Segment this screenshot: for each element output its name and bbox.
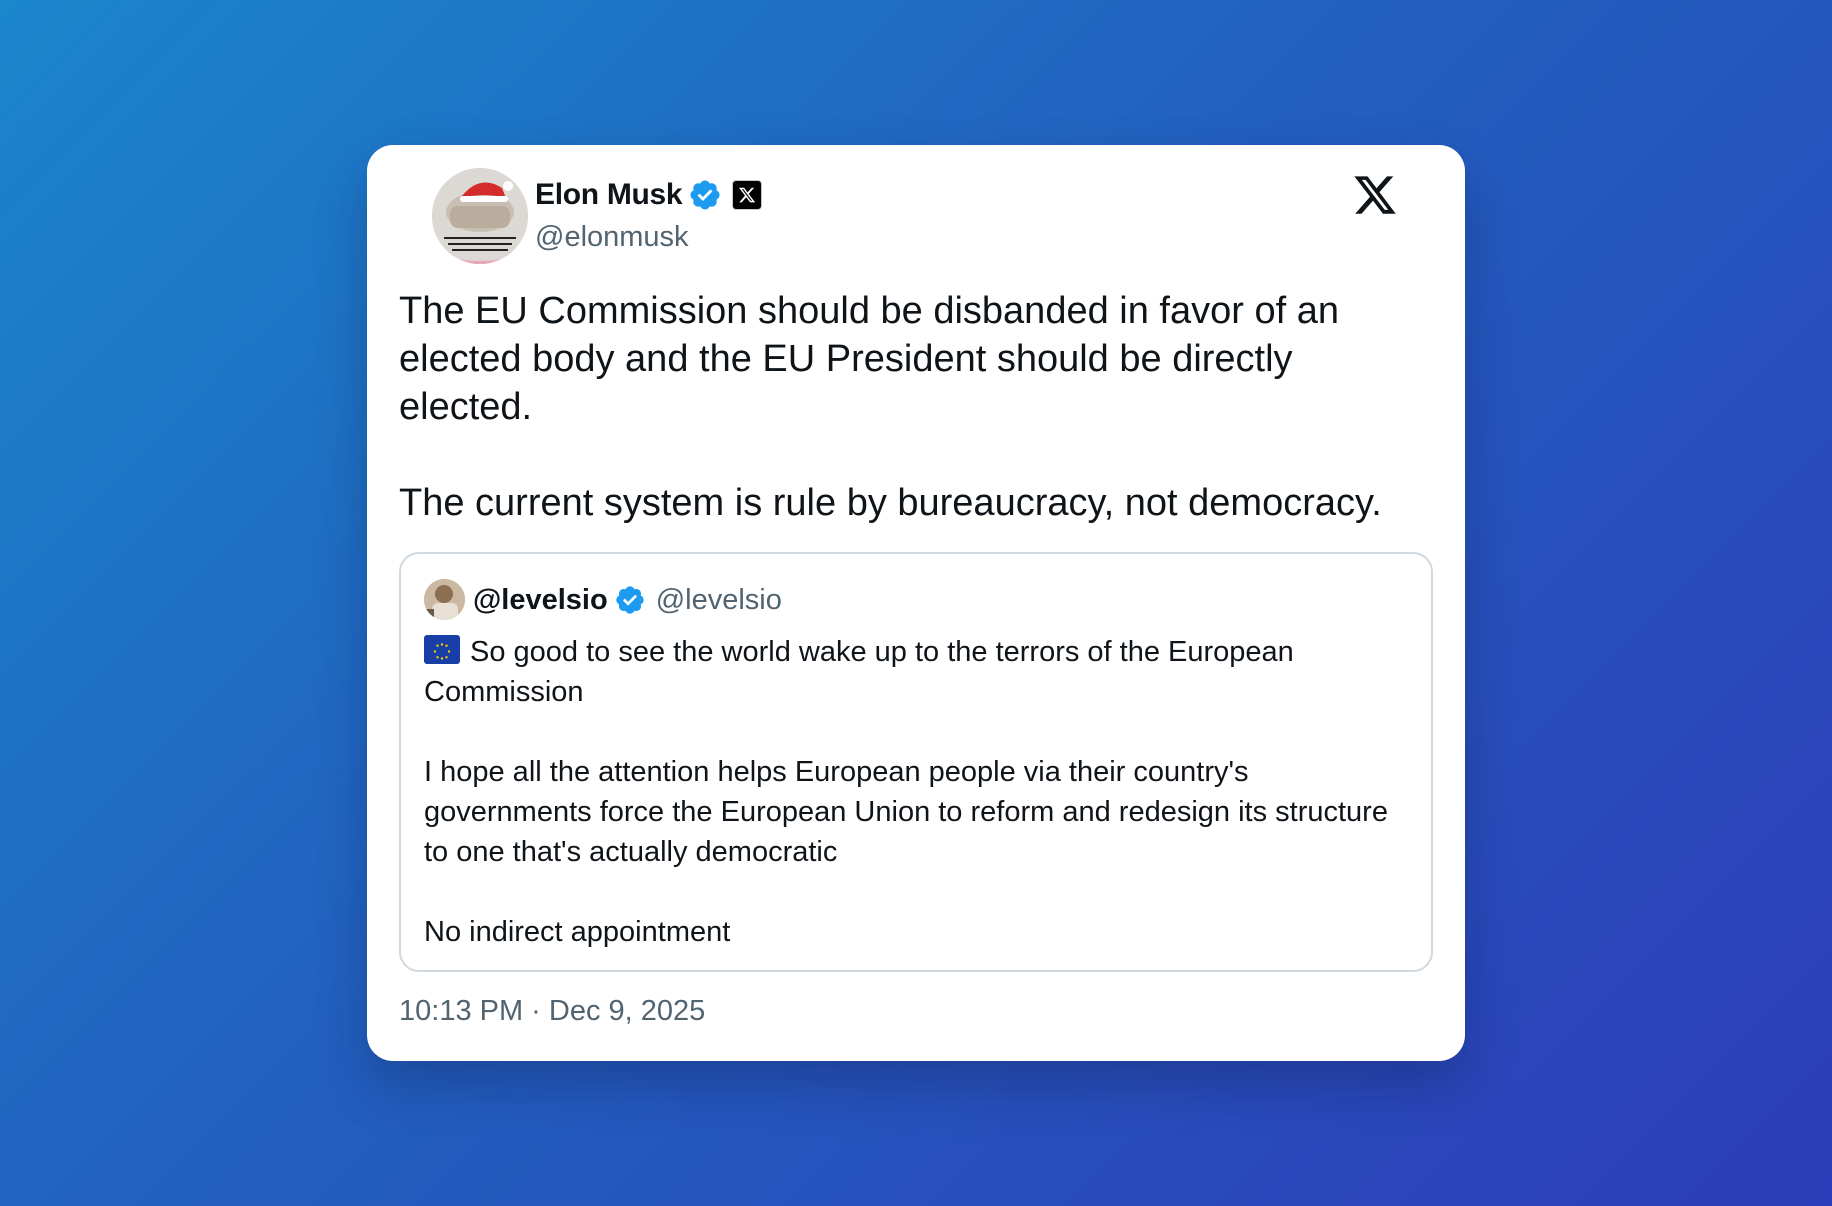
quoted-paragraph: I hope all the attention helps European … <box>424 756 1388 868</box>
quoted-avatar-image <box>424 579 465 620</box>
tweet-header: Elon Musk @elonmusk <box>400 145 1432 265</box>
quoted-paragraph: No indirect appointment <box>424 916 731 948</box>
tweet-paragraph: The current system is rule by bureaucrac… <box>399 482 1382 524</box>
quoted-tweet[interactable]: @levelsio @levelsio So good to see the w… <box>399 552 1433 972</box>
verified-badge-icon <box>690 180 720 210</box>
author-name[interactable]: Elon Musk <box>535 178 683 212</box>
author-handle[interactable]: @elonmusk <box>535 221 689 254</box>
quoted-name-row: @levelsio @levelsio <box>473 579 782 621</box>
x-logo-icon[interactable] <box>1352 172 1398 218</box>
avatar-image <box>432 168 528 264</box>
verified-badge-icon <box>616 586 644 614</box>
quoted-paragraph: So good to see the world wake up to the … <box>424 632 1414 712</box>
tweet-card: Elon Musk @elonmusk The EU Commission sh… <box>367 145 1465 1061</box>
quoted-name[interactable]: @levelsio <box>473 584 608 617</box>
quoted-paragraph-text: So good to see the world wake up to the … <box>424 636 1294 708</box>
x-affiliate-badge-icon <box>732 180 763 210</box>
quoted-avatar[interactable] <box>424 579 465 620</box>
quoted-handle[interactable]: @levelsio <box>656 584 782 617</box>
author-name-row: Elon Musk <box>535 175 763 215</box>
tweet-paragraph: The EU Commission should be disbanded in… <box>399 290 1339 428</box>
author-avatar[interactable] <box>432 168 528 264</box>
tweet-timestamp[interactable]: 10:13 PM · Dec 9, 2025 <box>399 995 705 1028</box>
quoted-text: So good to see the world wake up to the … <box>424 632 1414 952</box>
tweet-text: The EU Commission should be disbanded in… <box>399 287 1419 527</box>
eu-flag-icon <box>424 635 460 664</box>
